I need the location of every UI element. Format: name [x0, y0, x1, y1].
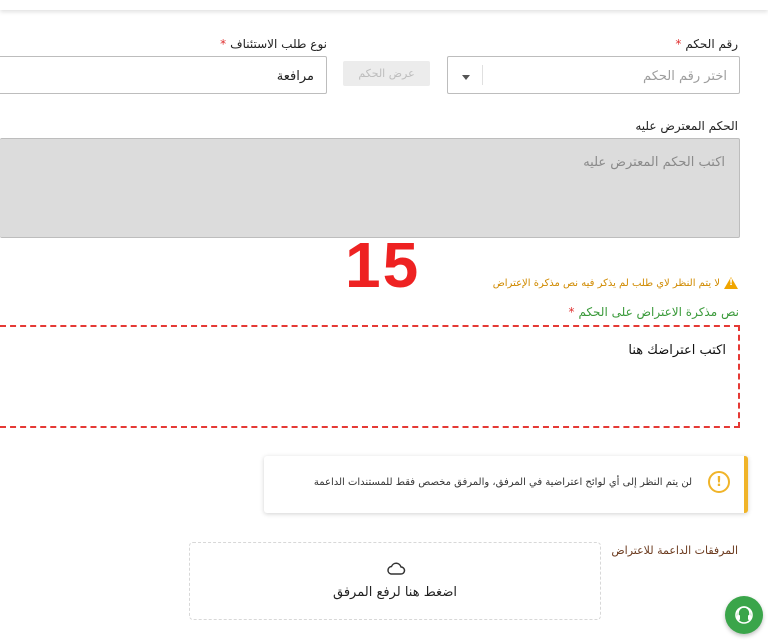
objected-judgment-placeholder: اكتب الحكم المعترض عليه [583, 155, 725, 170]
upload-text: اضغط هنا لرفع المرفق [333, 585, 457, 600]
objection-memo-text: اكتب اعتراضك هنا [628, 343, 726, 358]
select-divider [482, 65, 483, 85]
attachments-label: المرفقات الداعمة للاعتراض [611, 544, 738, 557]
headset-icon [735, 606, 753, 624]
objected-judgment-label: الحكم المعترض عليه [635, 119, 738, 133]
appeal-type-value: مرافعة [276, 69, 314, 84]
memo-warning: ! لا يتم النظر لاي طلب لم يذكر فيه نص مذ… [493, 277, 738, 289]
memo-warning-text: لا يتم النظر لاي طلب لم يذكر فيه نص مذكر… [492, 277, 720, 289]
top-header-bar [0, 0, 768, 10]
appeal-type-label: نوع طلب الاستئناف* [220, 37, 327, 51]
appeal-type-field[interactable]: مرافعة [0, 56, 327, 94]
chevron-down-icon [462, 75, 470, 80]
upload-dropzone[interactable]: اضغط هنا لرفع المرفق [189, 542, 601, 620]
view-judgment-button[interactable]: عرض الحكم [343, 61, 430, 86]
judgment-number-placeholder: اختر رقم الحكم [643, 69, 727, 84]
help-chat-button[interactable] [725, 596, 763, 634]
attachment-notice-text: لن يتم النظر إلى أي لوائح اعتراضية في ال… [313, 477, 692, 488]
judgment-number-label: رقم الحكم* [675, 37, 738, 51]
annotation-number: 15 [345, 229, 421, 301]
cloud-upload-icon [387, 562, 406, 575]
objected-judgment-textarea: اكتب الحكم المعترض عليه [0, 138, 740, 238]
exclamation-circle-icon: ! [708, 471, 730, 493]
objection-memo-textarea[interactable]: اكتب اعتراضك هنا [0, 325, 740, 428]
attachment-notice-card: ! لن يتم النظر إلى أي لوائح اعتراضية في … [264, 456, 748, 513]
judgment-number-select[interactable]: اختر رقم الحكم [447, 56, 740, 94]
warning-triangle-icon: ! [724, 277, 738, 289]
objection-memo-label: نص مذكرة الاعتراض على الحكم* [568, 305, 739, 319]
